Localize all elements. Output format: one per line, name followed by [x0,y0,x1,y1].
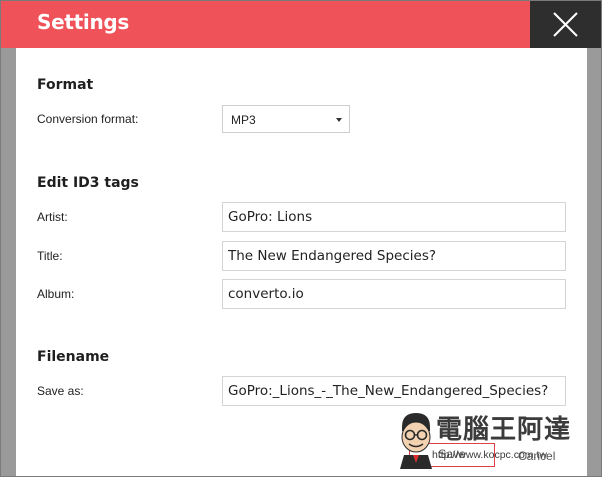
save-as-input[interactable] [222,376,566,406]
chevron-down-icon [336,118,342,122]
conversion-format-label: Conversion format: [37,112,139,126]
album-label: Album: [37,287,75,301]
close-x-icon [553,12,578,37]
save-button[interactable]: Save [409,443,495,467]
section-title-format: Format [37,77,94,93]
title-input[interactable] [222,241,566,271]
settings-panel: Format Conversion format: MP3 Edit ID3 t… [16,48,587,476]
cancel-button[interactable]: Cancel [518,446,555,466]
artist-label: Artist: [37,210,68,224]
app-window: Settings Format Conversion format: MP3 E… [0,0,602,477]
title-label: Title: [37,249,63,263]
dialog-header: Settings [1,1,530,48]
section-title-id3: Edit ID3 tags [37,175,139,191]
album-input[interactable] [222,279,566,309]
artist-input[interactable] [222,202,566,232]
dialog-title: Settings [37,10,130,34]
section-title-filename: Filename [37,349,110,365]
conversion-format-value: MP3 [231,113,256,127]
save-as-label: Save as: [37,384,84,398]
conversion-format-select[interactable]: MP3 [222,105,350,133]
close-button[interactable] [530,1,601,48]
